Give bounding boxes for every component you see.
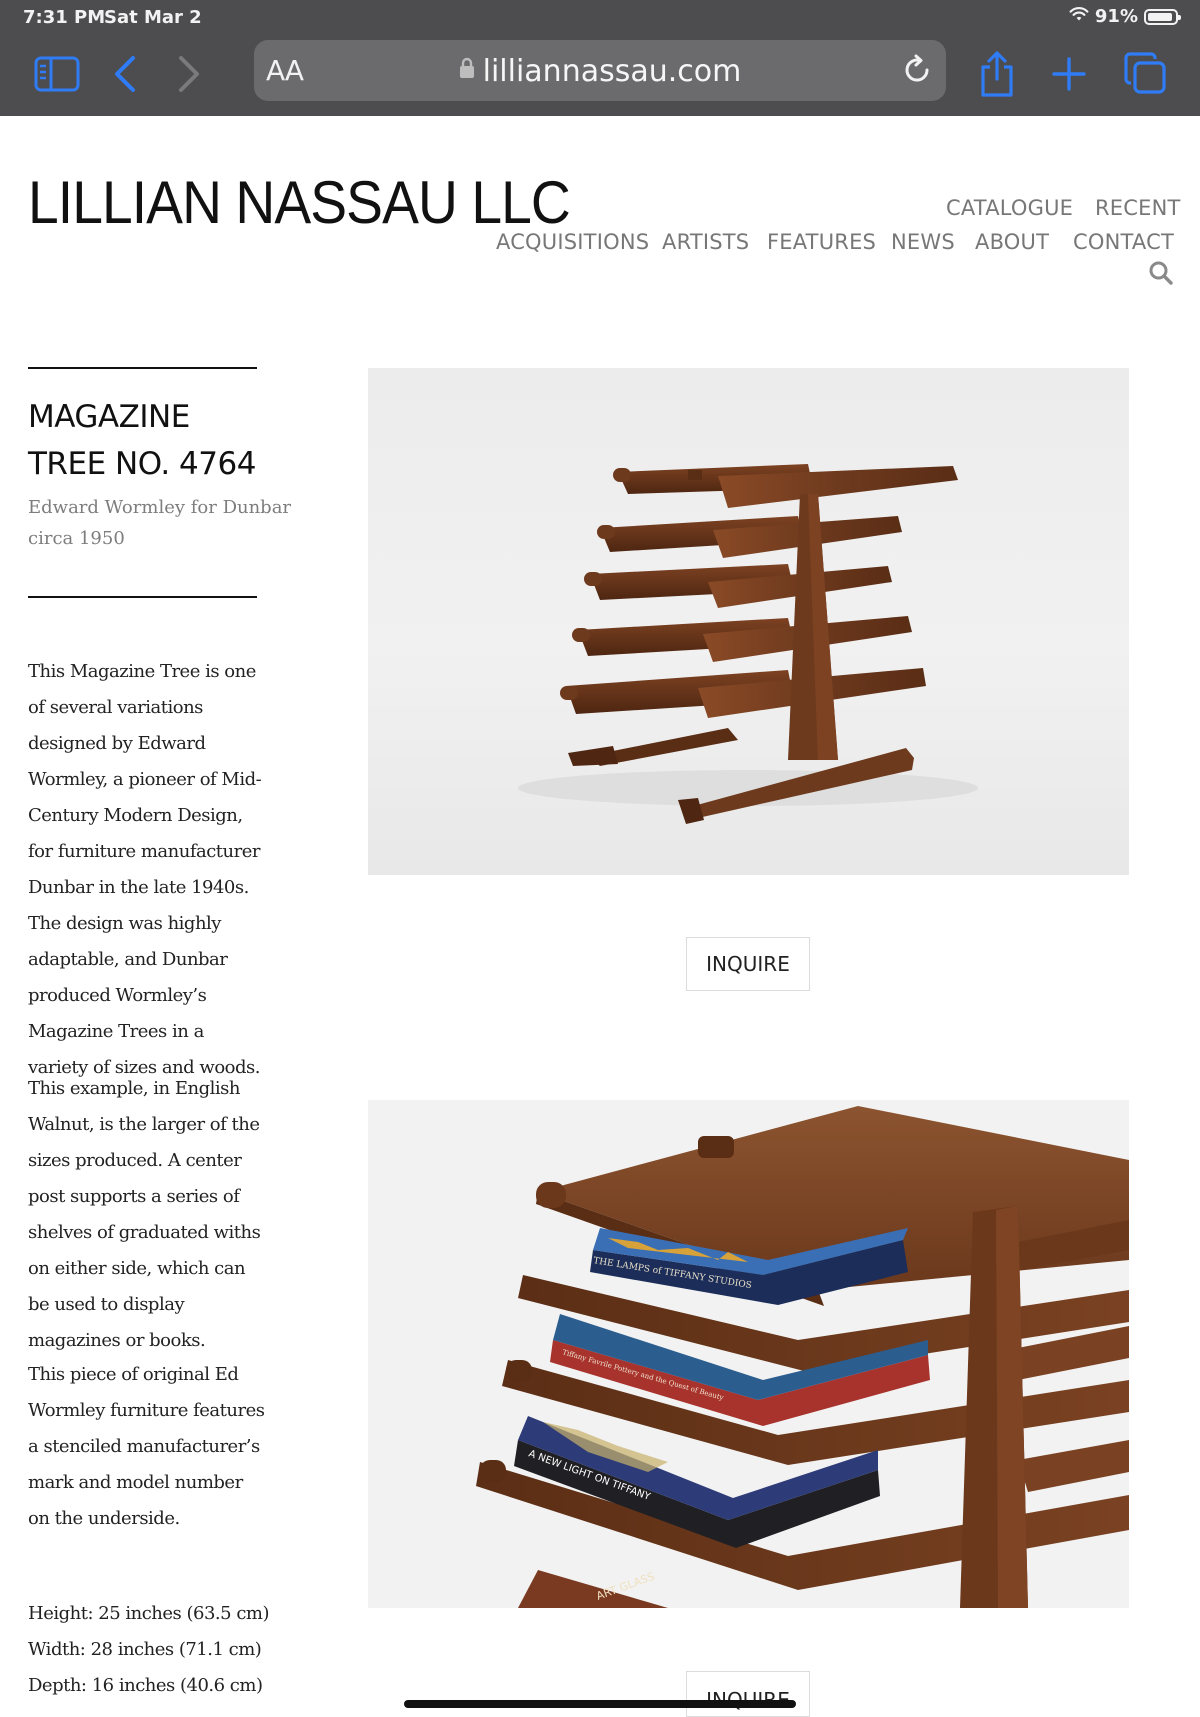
nav-recent[interactable]: RECENT (1095, 196, 1181, 220)
description-paragraph-1: This Magazine Tree is one of several var… (28, 661, 262, 1078)
share-icon[interactable] (976, 48, 1018, 100)
url-display[interactable]: lilliannassau.com (254, 54, 946, 90)
item-title-line-1: MAGAZINE (28, 399, 190, 435)
item-byline: Edward Wormley for Dunbar circa 1950 (28, 492, 291, 554)
new-tab-icon[interactable] (1050, 54, 1088, 94)
battery-icon (1144, 8, 1181, 25)
product-photo-2[interactable]: THE LAMPS of TIFFANY STUDIOS Tiffany Fav… (368, 1100, 1129, 1608)
nav-acquisitions[interactable]: ACQUISITIONS (496, 230, 649, 254)
product-photo-1[interactable] (368, 368, 1129, 875)
title-top-rule (28, 367, 257, 369)
magazine-tree-closeup-illustration: THE LAMPS of TIFFANY STUDIOS Tiffany Fav… (368, 1100, 1129, 1608)
nav-contact[interactable]: CONTACT (1073, 230, 1174, 254)
dimension-depth: Depth: 16 inches (40.6 cm) (28, 1675, 263, 1696)
address-bar[interactable]: AA lilliannassau.com (254, 40, 946, 101)
status-indicators: 91% (1069, 6, 1181, 27)
item-title: MAGAZINE TREE NO. 4764 (28, 394, 268, 488)
url-text: lilliannassau.com (482, 54, 742, 89)
battery-percent: 91% (1094, 6, 1138, 27)
forward-icon[interactable] (174, 52, 204, 96)
status-time: 7:31 PM (23, 7, 106, 28)
magazine-tree-illustration (518, 464, 978, 824)
site-logo[interactable]: LILLIAN NASSAU LLC (28, 168, 571, 237)
dimension-width: Width: 28 inches (71.1 cm) (28, 1639, 262, 1660)
status-date: Sat Mar 2 (104, 7, 202, 28)
inquire-button[interactable]: INQUIRE (686, 937, 810, 991)
wifi-icon (1069, 6, 1089, 27)
tabs-icon[interactable] (1122, 50, 1168, 96)
nav-news[interactable]: NEWS (891, 230, 955, 254)
sidebar-icon[interactable] (34, 54, 80, 94)
nav-catalogue[interactable]: CATALOGUE (946, 196, 1073, 220)
nav-about[interactable]: ABOUT (975, 230, 1049, 254)
back-icon[interactable] (110, 52, 140, 96)
nav-artists[interactable]: ARTISTS (662, 230, 749, 254)
browser-toolbar: AA lilliannassau.com (0, 34, 1200, 116)
dimensions: Height: 25 inches (63.5 cm) Width: 28 in… (28, 1596, 270, 1704)
item-date: circa 1950 (28, 528, 125, 549)
search-icon[interactable] (1148, 260, 1174, 291)
reload-icon[interactable] (900, 53, 934, 92)
lock-icon (459, 52, 475, 87)
nav-features[interactable]: FEATURES (767, 230, 876, 254)
item-designer: Edward Wormley for Dunbar (28, 497, 292, 518)
description-paragraph-3: This piece of original Ed Wormley furnit… (28, 1364, 265, 1529)
status-bar: 7:31 PM Sat Mar 2 91% (0, 0, 1200, 34)
battery-level-fill (1148, 12, 1172, 21)
home-indicator (404, 1700, 796, 1708)
title-bottom-rule (28, 596, 257, 598)
dimension-height: Height: 25 inches (63.5 cm) (28, 1603, 270, 1624)
description-paragraph-2: This example, in English Walnut, is the … (28, 1078, 261, 1351)
item-title-line-2: TREE NO. 4764 (28, 446, 256, 482)
inquire-button-2[interactable]: INQUIRE (686, 1671, 810, 1717)
